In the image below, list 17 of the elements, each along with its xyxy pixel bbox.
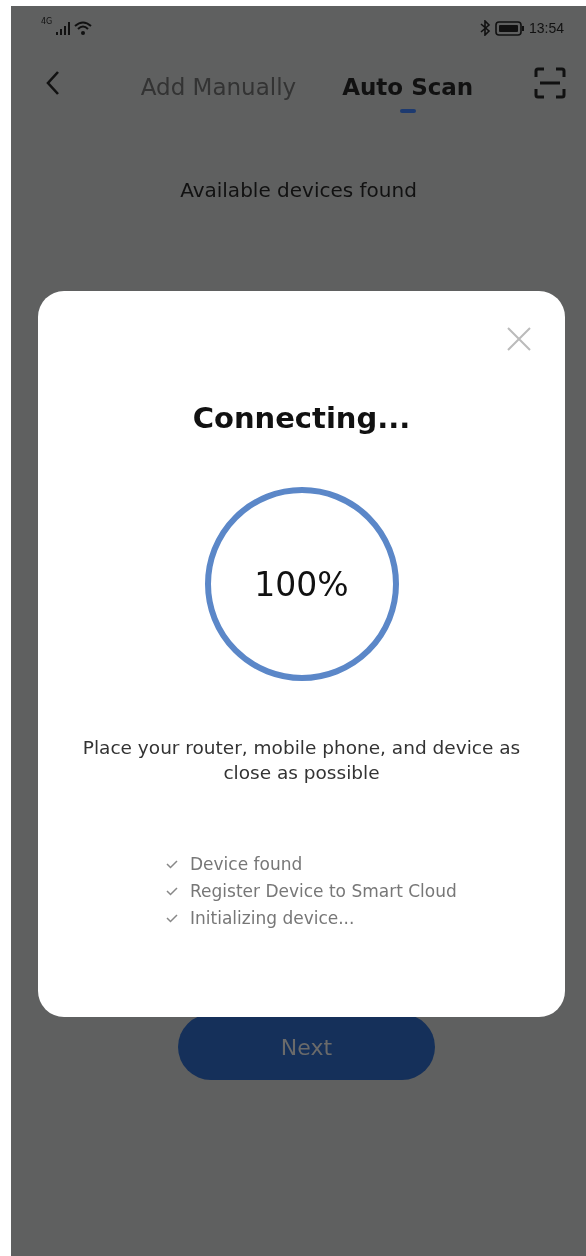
progress-percent: 100%: [254, 564, 349, 604]
dialog-title: Connecting...: [192, 401, 411, 435]
step-label: Register Device to Smart Cloud: [190, 880, 457, 902]
battery-icon: [494, 20, 525, 36]
back-icon[interactable]: [46, 70, 60, 96]
wifi-icon: [74, 21, 93, 35]
step-label: Device found: [190, 853, 303, 875]
tab[interactable]: Auto Scan: [342, 59, 474, 115]
scan-icon[interactable]: [534, 67, 566, 99]
clock-time: 13:54: [528, 20, 564, 36]
network-label: 4G: [41, 17, 53, 26]
hint-text: Place your router, mobile phone, and device as close as possible: [81, 736, 522, 785]
bluetooth-icon: [479, 20, 491, 36]
signal-icon: [56, 21, 71, 35]
section-heading: Available devices found: [179, 178, 418, 202]
close-icon[interactable]: [507, 327, 531, 351]
step-label: Initializing device...: [190, 907, 355, 929]
